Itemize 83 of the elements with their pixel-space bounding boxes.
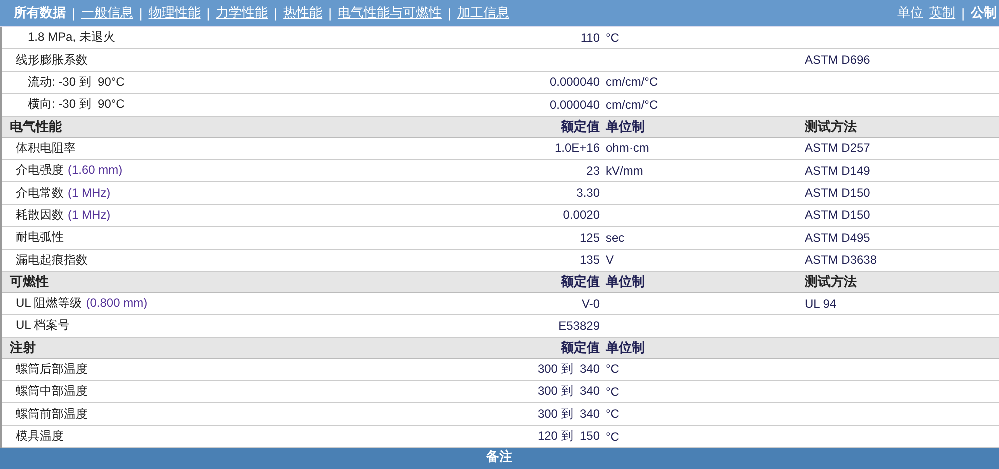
separator: | [139,6,143,20]
property-name: 介电强度 [16,163,64,178]
test-condition: (1 MHz) [68,208,111,222]
separator: | [72,6,76,20]
method-cell-text: ASTM D257 [805,141,872,156]
property-name: 线形膨胀系数 [15,52,89,69]
test-condition: (1 MHz) [68,186,111,200]
test-condition: (0.800 mm) [86,296,148,310]
property-name: 漏电起痕指数 [15,252,89,269]
property-name: 介电常数 [16,186,64,200]
nav-tab[interactable]: 电气性能与可燃性 [338,4,442,22]
unit-cell-text: V [606,253,616,268]
separator: | [962,6,965,20]
value-cell-text: E53829 [558,318,601,333]
value-cell-text: 23 [586,164,601,178]
unit-cell-text: cm/cm/°C [606,98,660,112]
separator: | [206,6,210,20]
unit-option[interactable]: 公制 [971,4,997,22]
value-cell-text: 0.0020 [562,208,601,222]
nav-tab[interactable]: 物理性能 [148,4,201,22]
method-cell-text: ASTM D3638 [805,253,878,268]
value-cell-text: V-0 [580,296,601,311]
separator: | [274,6,278,20]
value-cell-text: 300 到 340 [536,360,601,378]
value-cell-text: 300 到 340 [536,406,601,423]
value-cell-text: 120 到 150 [536,428,601,446]
value-cell-text: 1.0E+16 [554,141,601,156]
property-name: 螺筒中部温度 [15,383,89,400]
unit-cell-text: sec [606,230,626,245]
property-name: 流动: -30 到 90°C [27,74,126,91]
value-cell-text: 3.30 [576,186,601,200]
section-title: 可燃性 [9,272,50,291]
unit-cell-text: °C [606,384,620,399]
value-cell-text: 135 [578,253,601,268]
section-title: 注射 [9,338,37,357]
nav-tab[interactable]: 所有数据 [14,4,66,22]
property-name: 螺筒后部温度 [15,360,89,378]
column-header: 单位制 [606,338,646,357]
nav-tab[interactable]: 力学性能 [216,4,268,22]
units-label: 单位 [898,4,924,22]
unit-cell-text: ohm·cm [606,141,650,156]
unit-cell-text: °C [606,362,620,376]
unit-cell-text: kV/mm [606,164,644,178]
nav-tab[interactable]: 加工信息 [457,4,510,22]
section-title: 电气性能 [9,118,63,136]
method-cell-text: ASTM D150 [805,208,872,222]
column-header: 单位制 [606,272,646,291]
test-condition: (1.60 mm) [68,163,123,178]
unit-cell-text: °C [606,30,620,45]
method-cell-text: ASTM D495 [805,230,872,245]
unit-cell-text: °C [606,430,620,444]
nav-tab[interactable]: 一般信息 [81,4,134,22]
value-cell-text: 0.000040 [548,75,601,90]
column-header: 额定值 [560,118,601,136]
column-header: 测试方法 [805,272,858,291]
separator: | [448,6,452,20]
property-name: 螺筒前部温度 [15,406,89,423]
property-name: 横向: -30 到 90°C [27,96,126,114]
column-header: 单位制 [606,118,646,136]
value-cell-text: 110 [580,30,601,45]
unit-cell-text: °C [606,407,620,422]
property-name: 耐电弧性 [15,229,65,246]
notes-header: 备注 [0,448,999,469]
column-header: 额定值 [560,272,601,291]
property-name: 体积电阻率 [15,140,77,157]
method-cell-text: ASTM D696 [805,53,872,68]
property-name: 模具温度 [15,428,65,446]
value-cell-text: 300 到 340 [536,383,601,400]
unit-option[interactable]: 英制 [930,4,956,22]
separator: | [328,6,332,20]
property-name: 耗散因数 [16,208,64,222]
property-name: UL 档案号 [15,317,72,334]
method-cell-text: ASTM D150 [805,186,872,200]
column-header: 测试方法 [805,118,858,136]
value-cell-text: 125 [578,230,601,245]
method-cell-text: ASTM D149 [805,164,872,178]
method-cell-text: UL 94 [805,296,838,311]
nav-tab[interactable]: 热性能 [284,4,323,22]
unit-cell-text: cm/cm/°C [606,75,660,90]
property-name: UL 阻燃等级 [16,296,82,310]
condition-label: 1.8 MPa, 未退火 [27,29,116,46]
column-header: 额定值 [560,338,601,357]
value-cell-text: 0.000040 [548,98,601,112]
